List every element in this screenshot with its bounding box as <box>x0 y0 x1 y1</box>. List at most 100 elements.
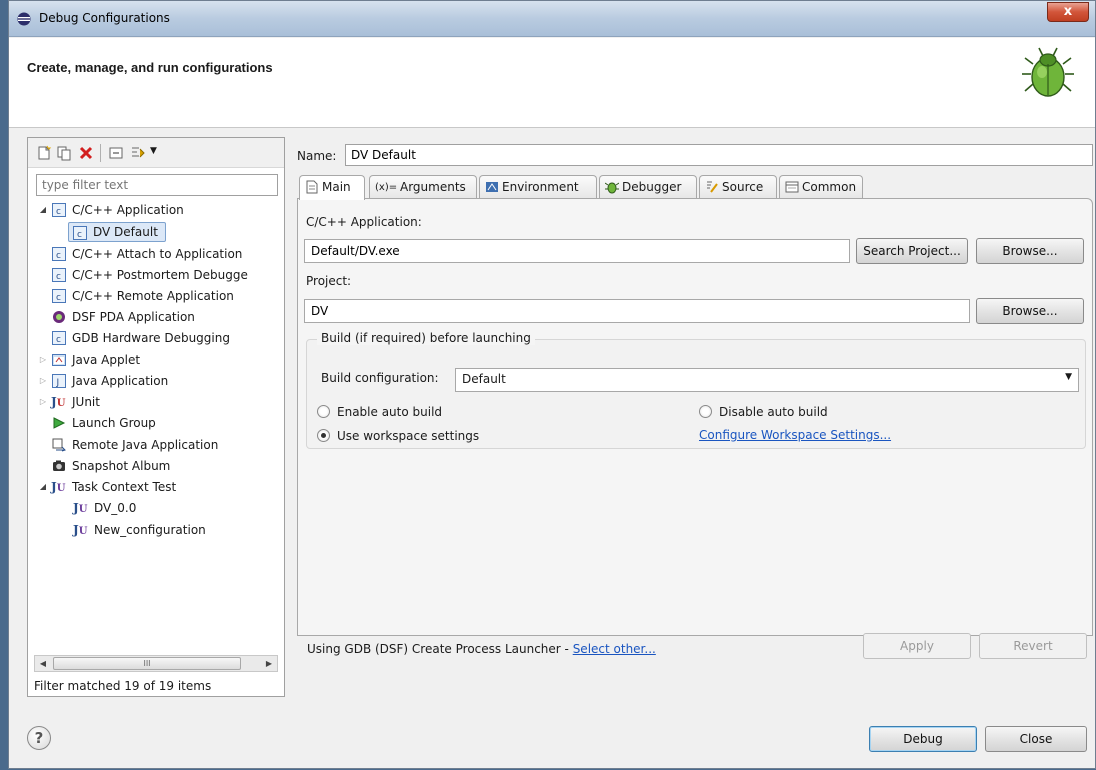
dropdown-arrow-icon[interactable]: ▼ <box>1065 372 1072 382</box>
collapsed-chevron-icon[interactable]: ▷ <box>38 371 48 391</box>
arguments-icon: (x)= <box>375 182 398 193</box>
collapse-all-icon[interactable] <box>108 145 124 161</box>
tree-item-dv-default[interactable]: c DV Default <box>68 222 166 242</box>
new-configuration-icon[interactable] <box>36 145 52 161</box>
debug-bug-icon <box>1022 47 1074 97</box>
filter-input[interactable] <box>36 174 278 196</box>
enable-auto-build-radio[interactable]: Enable auto build <box>317 404 442 420</box>
toolbar-divider <box>100 144 101 162</box>
tree-item-junit[interactable]: ▷ JU JUnit <box>28 392 284 412</box>
tab-main[interactable]: Main <box>299 175 365 200</box>
tab-debugger[interactable]: Debugger <box>599 175 697 199</box>
tree-item-task-context-test[interactable]: ◢ JU Task Context Test <box>28 477 284 497</box>
title-bar[interactable]: Debug Configurations x <box>9 1 1095 37</box>
browse-project-button[interactable]: Browse... <box>976 298 1084 324</box>
tree-item-launch-group[interactable]: Launch Group <box>28 413 284 433</box>
name-input[interactable] <box>345 144 1093 166</box>
configuration-editor: Name: Main (x)= Arguments Environment De… <box>291 137 1093 697</box>
collapsed-chevron-icon[interactable]: ▷ <box>38 350 48 370</box>
debugger-bug-icon <box>605 182 619 194</box>
filter-status: Filter matched 19 of 19 items <box>34 679 212 693</box>
build-group-title: Build (if required) before launching <box>317 331 535 345</box>
expanded-chevron-icon[interactable]: ◢ <box>38 477 48 497</box>
select-other-link[interactable]: Select other... <box>573 642 656 656</box>
dialog-button-bar: ? Debug Close <box>9 706 1095 770</box>
java-application-icon: J <box>52 374 66 388</box>
project-input[interactable] <box>304 299 970 323</box>
apply-button[interactable]: Apply <box>863 633 971 659</box>
c-config-icon: c <box>52 247 66 261</box>
c-config-icon: c <box>52 203 66 217</box>
search-project-button[interactable]: Search Project... <box>856 238 968 264</box>
junit-icon: JU <box>51 395 66 409</box>
source-icon <box>707 181 718 193</box>
help-icon[interactable]: ? <box>27 726 51 750</box>
tab-environment[interactable]: Environment <box>479 175 597 199</box>
application-input[interactable] <box>304 239 850 263</box>
radio-unchecked-icon <box>317 405 330 418</box>
tree-item-java-applet[interactable]: ▷ Java Applet <box>28 350 284 370</box>
scroll-right-icon[interactable]: ▶ <box>261 656 277 671</box>
dsf-bug-icon <box>53 311 65 323</box>
disable-auto-build-radio[interactable]: Disable auto build <box>699 404 828 420</box>
expanded-chevron-icon[interactable]: ◢ <box>38 200 48 220</box>
build-configuration-select[interactable]: Default ▼ <box>455 368 1079 392</box>
dialog-header: Create, manage, and run configurations <box>9 38 1095 128</box>
duplicate-icon[interactable] <box>56 145 72 161</box>
c-config-icon: c <box>52 289 66 303</box>
chevron-down-icon[interactable]: ▼ <box>150 146 157 156</box>
tree-item-dsf-pda[interactable]: DSF PDA Application <box>28 307 284 327</box>
svg-text:J: J <box>56 378 60 388</box>
close-button[interactable]: Close <box>985 726 1087 752</box>
tree-item-cpp-attach[interactable]: c C/C++ Attach to Application <box>28 244 284 264</box>
left-toolbar: ▼ <box>28 138 284 168</box>
svg-text:c: c <box>56 272 61 282</box>
debug-button[interactable]: Debug <box>869 726 977 752</box>
tree-item-snapshot-album[interactable]: Snapshot Album <box>28 456 284 476</box>
scrollbar-thumb[interactable]: III <box>53 657 241 670</box>
delete-icon[interactable] <box>78 145 94 161</box>
radio-unchecked-icon <box>699 405 712 418</box>
task-context-icon: JU <box>73 523 88 537</box>
environment-icon <box>486 182 498 192</box>
svg-text:c: c <box>77 230 82 240</box>
filter-icon[interactable] <box>130 145 146 161</box>
launch-arrow-icon <box>53 417 66 429</box>
collapsed-chevron-icon[interactable]: ▷ <box>38 392 48 412</box>
name-label: Name: <box>297 149 337 163</box>
main-tab-panel: C/C++ Application: Search Project... Bro… <box>297 198 1093 636</box>
window-title: Debug Configurations <box>39 11 170 25</box>
header-heading: Create, manage, and run configurations <box>27 60 273 75</box>
task-context-icon: JU <box>73 501 88 515</box>
tree-item-new-configuration[interactable]: JU New_configuration <box>28 520 284 540</box>
common-icon <box>785 181 799 193</box>
c-config-icon: c <box>52 331 66 345</box>
build-group: Build (if required) before launching Bui… <box>306 331 1086 449</box>
use-workspace-settings-radio[interactable]: Use workspace settings <box>317 428 479 444</box>
configure-workspace-settings-link[interactable]: Configure Workspace Settings... <box>699 428 891 442</box>
configuration-list-pane: ▼ ◢ c C/C++ Application c DV Default c C… <box>27 137 285 697</box>
revert-button[interactable]: Revert <box>979 633 1087 659</box>
svg-text:c: c <box>56 207 61 217</box>
browse-application-button[interactable]: Browse... <box>976 238 1084 264</box>
tab-common[interactable]: Common <box>779 175 863 199</box>
build-configuration-label: Build configuration: <box>321 371 439 385</box>
svg-text:c: c <box>56 251 61 261</box>
tree-item-dv-0-0[interactable]: JU DV_0.0 <box>28 498 284 518</box>
tree-item-java-application[interactable]: ▷ J Java Application <box>28 371 284 391</box>
scroll-left-icon[interactable]: ◀ <box>35 656 51 671</box>
svg-text:c: c <box>56 293 61 303</box>
tree-item-cpp-remote[interactable]: c C/C++ Remote Application <box>28 286 284 306</box>
tree-item-gdb-hardware[interactable]: c GDB Hardware Debugging <box>28 328 284 348</box>
horizontal-scrollbar[interactable]: ◀ III ▶ <box>34 655 278 672</box>
eclipse-icon <box>17 12 31 26</box>
window-close-button[interactable]: x <box>1047 2 1089 22</box>
camera-icon <box>53 460 65 471</box>
tab-source[interactable]: Source <box>699 175 777 199</box>
tree-item-cpp-application[interactable]: ◢ c C/C++ Application <box>28 200 284 220</box>
tree-item-remote-java[interactable]: Remote Java Application <box>28 435 284 455</box>
application-label: C/C++ Application: <box>306 215 422 229</box>
tab-arguments[interactable]: (x)= Arguments <box>369 175 477 199</box>
main-tab-icon <box>306 180 318 194</box>
tree-item-cpp-postmortem[interactable]: c C/C++ Postmortem Debugge <box>28 265 284 285</box>
